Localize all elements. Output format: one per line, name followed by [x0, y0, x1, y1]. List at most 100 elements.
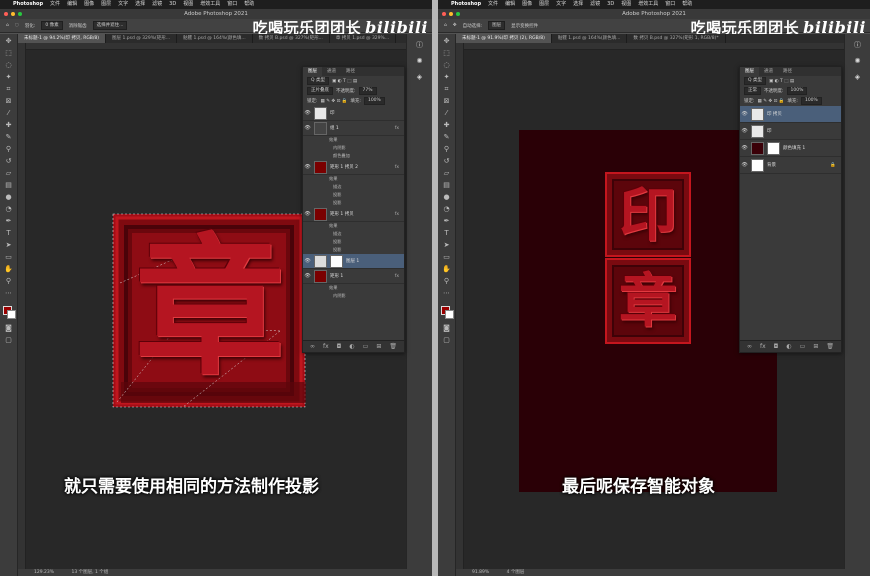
select-and-mask-button[interactable]: 选择并遮住... — [92, 21, 128, 30]
menu-view[interactable]: 视图 — [183, 0, 193, 9]
crop-tool-icon[interactable]: ⌗ — [442, 85, 451, 94]
blend-mode-select[interactable]: 正片叠底 — [307, 87, 333, 95]
color-icon[interactable]: ✺ — [853, 56, 863, 66]
background-color-swatch[interactable] — [445, 310, 454, 319]
menu-edit[interactable]: 编辑 — [505, 0, 515, 9]
minimize-window-button[interactable] — [11, 12, 15, 16]
doc-tab[interactable]: 未标题-1 @ 91.9%(印 拷贝 (2), RGB/8) — [456, 34, 552, 43]
doc-tab[interactable]: 数 拷贝 B.psd @ 327%(矩形... — [253, 34, 330, 43]
stamp-tool-icon[interactable]: ⚲ — [442, 145, 451, 154]
move-tool-icon[interactable]: ✥ — [4, 37, 13, 46]
brush-tool-icon[interactable]: ✎ — [442, 133, 451, 142]
shape-tool-icon[interactable]: ▭ — [4, 253, 13, 262]
visibility-eye-icon[interactable]: 👁 — [740, 162, 749, 168]
add-mask-icon[interactable]: ◘ — [774, 341, 779, 352]
menu-help[interactable]: 帮助 — [244, 0, 254, 9]
show-transform-checkbox[interactable]: 显示变换控件 — [511, 23, 538, 29]
dodge-tool-icon[interactable]: ◔ — [442, 205, 451, 214]
menu-file[interactable]: 文件 — [50, 0, 60, 9]
history-brush-icon[interactable]: ↺ — [4, 157, 13, 166]
tab-channels[interactable]: 通道 — [759, 67, 778, 76]
menu-layer[interactable]: 图层 — [101, 0, 111, 9]
menu-window[interactable]: 窗口 — [227, 0, 237, 9]
visibility-eye-icon[interactable]: 👁 — [740, 111, 749, 117]
zoom-tool-icon[interactable]: ⚲ — [442, 277, 451, 286]
menu-filter[interactable]: 滤镜 — [590, 0, 600, 9]
opacity-input[interactable]: 77% — [358, 87, 377, 95]
filter-icons[interactable]: ▣ ◐ T ⬚ ▤ — [332, 79, 357, 84]
layer-row[interactable]: 👁 组 1 fx — [303, 121, 404, 136]
path-select-icon[interactable]: ➤ — [4, 241, 13, 250]
visibility-eye-icon[interactable]: 👁 — [303, 273, 312, 279]
menu-type[interactable]: 文字 — [118, 0, 128, 9]
menu-file[interactable]: 文件 — [488, 0, 498, 9]
layer-row[interactable]: 👁 颜色填充 1 — [740, 140, 841, 157]
menu-layer[interactable]: 图层 — [539, 0, 549, 9]
frame-tool-icon[interactable]: ⊠ — [4, 97, 13, 106]
feather-input[interactable]: 0 像素 — [41, 21, 63, 30]
visibility-eye-icon[interactable]: 👁 — [303, 110, 312, 116]
layers-icon[interactable]: ◈ — [415, 72, 425, 82]
tab-layers[interactable]: 图层 — [740, 67, 759, 76]
properties-icon[interactable]: ⓘ — [415, 40, 425, 50]
visibility-eye-icon[interactable]: 👁 — [303, 258, 312, 264]
marquee-tool-icon[interactable]: ⬚ — [442, 49, 451, 58]
menu-plugins[interactable]: 增效工具 — [638, 0, 658, 9]
visibility-eye-icon[interactable]: 👁 — [740, 145, 749, 151]
blend-mode-select[interactable]: 正常 — [744, 87, 761, 95]
brush-tool-icon[interactable]: ✎ — [4, 133, 13, 142]
pen-tool-icon[interactable]: ✒ — [4, 217, 13, 226]
marquee-tool-icon[interactable]: ⬚ — [4, 49, 13, 58]
layer-row[interactable]: 👁 背景 🔒 — [740, 157, 841, 174]
menu-photoshop[interactable]: Photoshop — [13, 0, 43, 9]
lasso-tool-icon[interactable]: ◌ — [15, 23, 19, 28]
zoom-window-button[interactable] — [456, 12, 460, 16]
stamp-tool-icon[interactable]: ⚲ — [4, 145, 13, 154]
tab-paths[interactable]: 路径 — [778, 67, 797, 76]
effect-item[interactable]: 投影 — [303, 191, 404, 199]
tab-channels[interactable]: 通道 — [322, 67, 341, 76]
effect-item[interactable]: 效果 — [303, 136, 404, 144]
type-tool-icon[interactable]: T — [4, 229, 13, 238]
frame-tool-icon[interactable]: ⊠ — [442, 97, 451, 106]
layer-row[interactable]: 👁 矩形 1 拷贝 2 fx — [303, 160, 404, 175]
quick-mask-icon[interactable]: ◙ — [442, 324, 451, 333]
fill-input[interactable]: 100% — [800, 97, 822, 105]
effect-item[interactable]: 投影 — [303, 238, 404, 246]
new-group-icon[interactable]: ▭ — [363, 341, 369, 352]
link-icon[interactable]: ∞ — [310, 341, 315, 352]
lock-icons[interactable]: ▦ ✎ ✥ ⊡ 🔒 — [758, 99, 785, 104]
quick-mask-icon[interactable]: ◙ — [4, 324, 13, 333]
doc-tab[interactable]: 图层 1.psd @ 329%(矩形... — [106, 34, 178, 43]
close-window-button[interactable] — [442, 12, 446, 16]
home-icon[interactable]: ⌂ — [444, 23, 447, 28]
doc-tab[interactable]: 骷髅 1.psd @ 164%(颜色填... — [177, 34, 253, 43]
gradient-tool-icon[interactable]: ▤ — [4, 181, 13, 190]
menu-select[interactable]: 选择 — [573, 0, 583, 9]
home-icon[interactable]: ⌂ — [6, 23, 9, 28]
layer-row[interactable]: 👁 印 — [303, 106, 404, 121]
hand-tool-icon[interactable]: ✋ — [442, 265, 451, 274]
antialias-checkbox[interactable]: 消除锯齿 — [69, 23, 87, 29]
properties-icon[interactable]: ⓘ — [853, 40, 863, 50]
add-mask-icon[interactable]: ◘ — [337, 341, 342, 352]
doc-tab[interactable]: 数 拷贝 B.psd @ 327%(矩形 1, RGB/8)* — [627, 34, 726, 43]
background-color-swatch[interactable] — [7, 310, 16, 319]
lasso-tool-icon[interactable]: ◌ — [4, 61, 13, 70]
zoom-level[interactable]: 129.23% — [34, 570, 54, 575]
menu-view[interactable]: 视图 — [621, 0, 631, 9]
effect-item[interactable]: 描边 — [303, 230, 404, 238]
screen-mode-icon[interactable]: ▢ — [442, 336, 451, 345]
type-tool-icon[interactable]: T — [442, 229, 451, 238]
layer-kind-filter[interactable]: Q 类型 — [307, 77, 329, 85]
layers-icon[interactable]: ◈ — [853, 72, 863, 82]
zoom-level[interactable]: 91.89% — [472, 570, 489, 575]
crop-tool-icon[interactable]: ⌗ — [4, 85, 13, 94]
fx-add-icon[interactable]: fx — [760, 341, 766, 352]
minimize-window-button[interactable] — [449, 12, 453, 16]
new-layer-icon[interactable]: ⊞ — [376, 341, 381, 352]
layer-kind-filter[interactable]: Q 类型 — [744, 77, 766, 85]
fx-icon[interactable]: fx — [395, 165, 399, 170]
more-tools-icon[interactable]: ⋯ — [442, 289, 451, 298]
layer-row[interactable]: 👁 矩形 1 fx — [303, 269, 404, 284]
